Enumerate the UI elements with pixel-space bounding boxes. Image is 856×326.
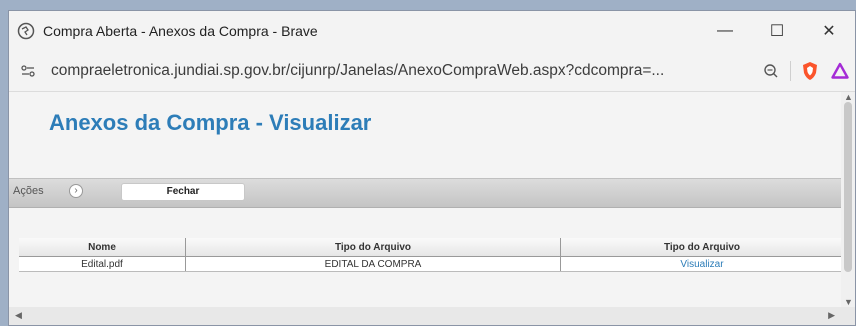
site-settings-icon[interactable]: [19, 62, 37, 80]
url-text[interactable]: compraeletronica.jundiai.sp.gov.br/cijun…: [51, 62, 664, 80]
title-panel: Anexos da Compra - Visualizar: [9, 92, 841, 176]
actions-label: Ações: [13, 185, 44, 197]
column-header-tipo: Tipo do Arquivo: [185, 238, 561, 257]
brave-shields-icon[interactable]: [795, 51, 825, 91]
horizontal-scrollbar[interactable]: ◀ ▶: [9, 307, 855, 325]
column-header-nome: Nome: [19, 238, 186, 257]
page-content: Anexos da Compra - Visualizar Ações › Fe…: [9, 92, 843, 307]
globe-icon: [17, 22, 35, 40]
page-title: Anexos da Compra - Visualizar: [49, 110, 372, 135]
vertical-scrollbar[interactable]: ▲ ▼: [841, 92, 855, 307]
chevron-right-icon[interactable]: ›: [69, 184, 83, 198]
title-bar: Compra Aberta - Anexos da Compra - Brave…: [9, 11, 855, 51]
scroll-left-icon[interactable]: ◀: [15, 310, 22, 321]
toolbar-divider: [790, 61, 791, 81]
attachments-table: Nome Tipo do Arquivo Tipo do Arquivo Edi…: [19, 238, 843, 272]
visualizar-link[interactable]: Visualizar: [560, 256, 843, 272]
cell-nome: Edital.pdf: [19, 256, 186, 272]
fechar-button[interactable]: Fechar: [121, 183, 245, 201]
column-header-acao: Tipo do Arquivo: [560, 238, 843, 257]
close-button[interactable]: ✕: [803, 11, 855, 51]
scroll-right-icon[interactable]: ▶: [828, 310, 835, 321]
scroll-up-icon[interactable]: ▲: [844, 92, 853, 102]
vertical-scroll-thumb[interactable]: [844, 102, 852, 272]
minimize-button[interactable]: —: [699, 11, 751, 51]
address-bar[interactable]: compraeletronica.jundiai.sp.gov.br/cijun…: [9, 51, 855, 92]
table-row: Edital.pdf EDITAL DA COMPRA Visualizar: [19, 256, 843, 272]
scroll-down-icon[interactable]: ▼: [844, 297, 853, 307]
cell-tipo: EDITAL DA COMPRA: [185, 256, 561, 272]
actions-bar: Ações › Fechar: [9, 178, 841, 208]
zoom-icon[interactable]: [756, 51, 786, 91]
maximize-button[interactable]: ☐: [751, 11, 803, 51]
browser-window: Compra Aberta - Anexos da Compra - Brave…: [8, 10, 856, 326]
window-title: Compra Aberta - Anexos da Compra - Brave: [43, 23, 318, 39]
brave-rewards-icon[interactable]: [825, 51, 855, 91]
